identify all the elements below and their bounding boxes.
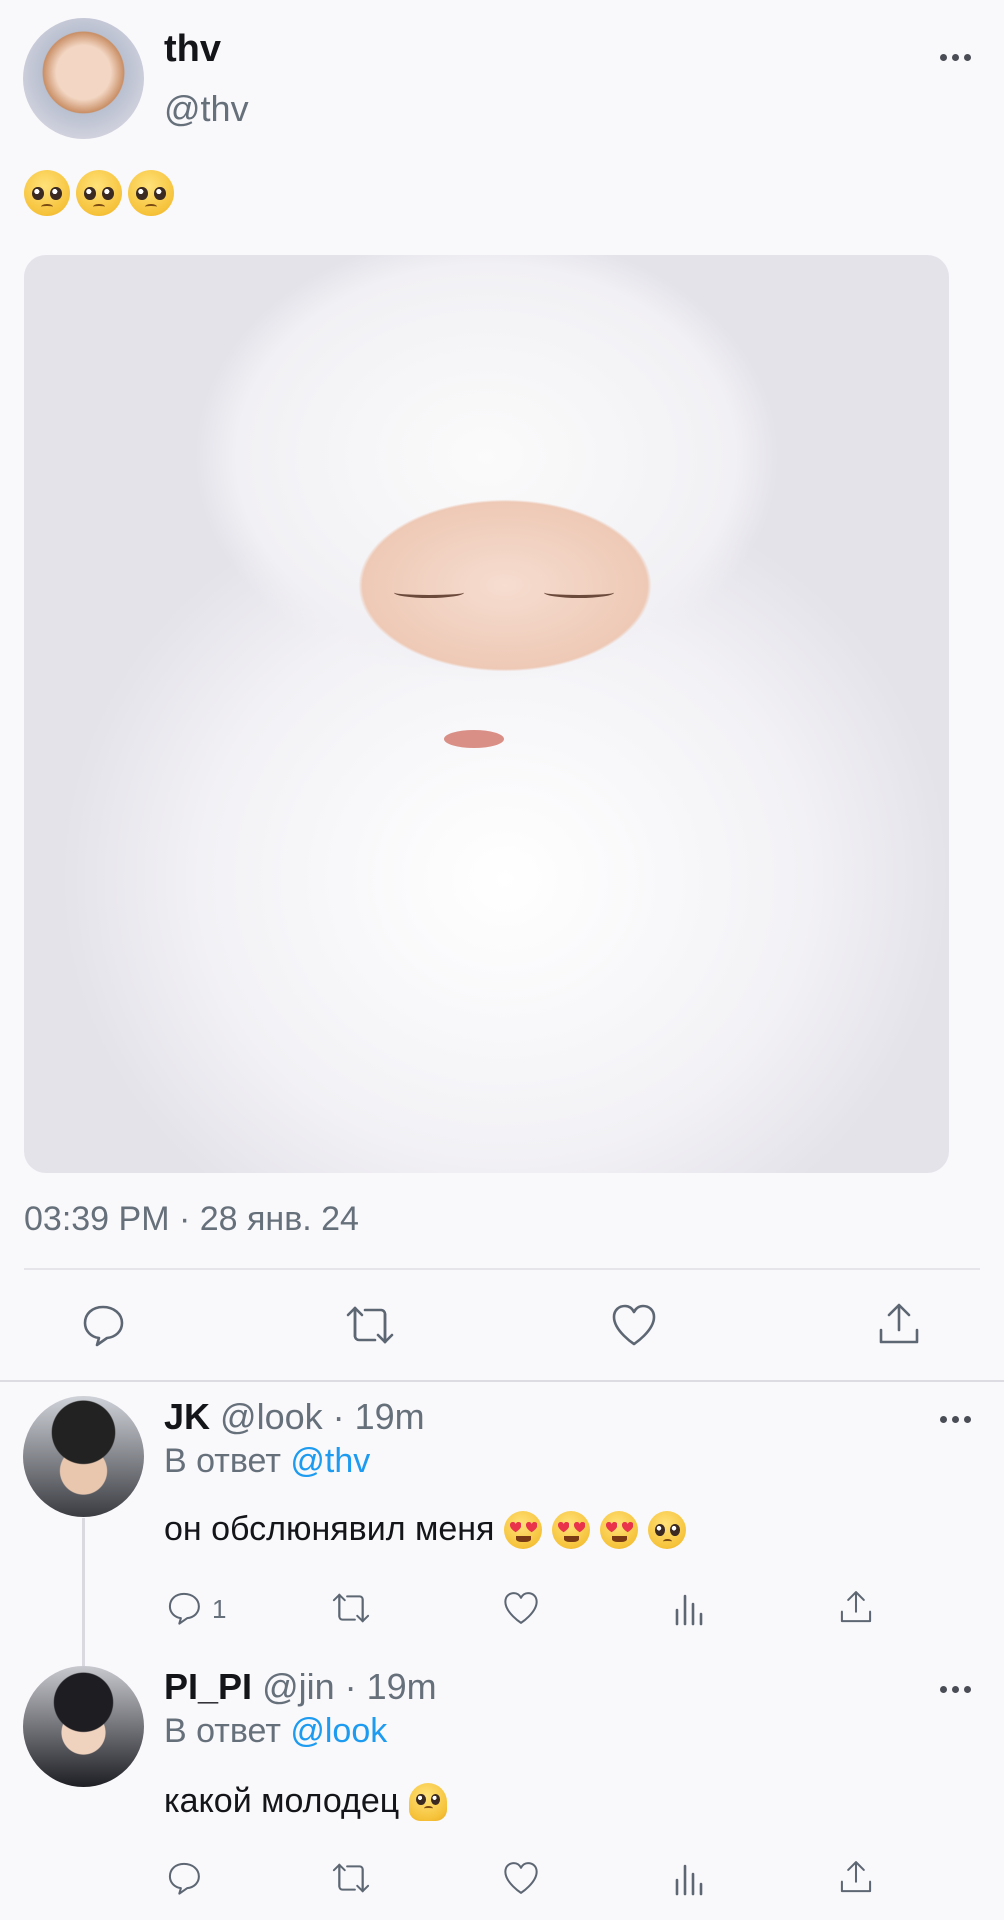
reply-prefix: В ответ bbox=[164, 1442, 281, 1480]
reply-icon[interactable] bbox=[166, 1860, 202, 1896]
analytics-icon[interactable] bbox=[672, 1590, 706, 1626]
tweet-timestamp: 03:39 PM · 28 янв. 24 bbox=[24, 1200, 359, 1238]
reply-handle-time[interactable]: @look · 19m bbox=[220, 1396, 425, 1437]
pleading-face-emoji bbox=[128, 170, 174, 216]
heart-eyes-emoji bbox=[504, 1510, 543, 1549]
reply-to-link[interactable]: @thv bbox=[290, 1442, 370, 1480]
retweet-icon[interactable] bbox=[330, 1860, 372, 1896]
share-icon[interactable] bbox=[838, 1858, 874, 1896]
reply-avatar[interactable] bbox=[23, 1666, 144, 1787]
tweet-text bbox=[24, 170, 174, 216]
more-options-icon[interactable] bbox=[940, 54, 971, 61]
heart-eyes-emoji bbox=[552, 1510, 591, 1549]
reply-header: PI_PI @jin · 19m bbox=[164, 1666, 437, 1708]
reply-text: какой молодец bbox=[164, 1782, 400, 1820]
author-avatar[interactable] bbox=[23, 18, 144, 139]
more-options-icon[interactable] bbox=[940, 1686, 971, 1693]
reply-icon[interactable] bbox=[80, 1302, 126, 1348]
reply-context: В ответ @thv bbox=[164, 1442, 370, 1481]
tweet-photo[interactable] bbox=[24, 255, 949, 1173]
reply-text: он обслюнявил меня bbox=[164, 1510, 495, 1548]
reply-display-name[interactable]: PI_PI bbox=[164, 1666, 252, 1707]
reply-header: JK @look · 19m bbox=[164, 1396, 425, 1438]
more-options-icon[interactable] bbox=[940, 1416, 971, 1423]
retweet-icon[interactable] bbox=[330, 1590, 372, 1626]
reply-to-link[interactable]: @look bbox=[290, 1712, 387, 1750]
like-icon[interactable] bbox=[502, 1590, 540, 1626]
pleading-face-emoji bbox=[76, 170, 122, 216]
share-icon[interactable] bbox=[838, 1588, 874, 1626]
photo-detail bbox=[394, 587, 464, 598]
pleading-face-emoji bbox=[648, 1510, 687, 1549]
author-display-name[interactable]: thv bbox=[164, 28, 221, 71]
like-icon[interactable] bbox=[502, 1860, 540, 1896]
reply-avatar[interactable] bbox=[23, 1396, 144, 1517]
author-handle[interactable]: @thv bbox=[164, 88, 249, 130]
reply-text-row: он обслюнявил меня bbox=[164, 1510, 687, 1549]
analytics-icon[interactable] bbox=[672, 1860, 706, 1896]
pleading-face-emoji bbox=[24, 170, 70, 216]
reply-icon[interactable] bbox=[166, 1590, 202, 1626]
divider bbox=[0, 1380, 1004, 1382]
reply-count: 1 bbox=[212, 1594, 227, 1624]
like-icon[interactable] bbox=[610, 1302, 658, 1348]
thread-line bbox=[82, 1518, 85, 1666]
heart-eyes-emoji bbox=[600, 1510, 639, 1549]
reply-handle-time[interactable]: @jin · 19m bbox=[262, 1666, 437, 1707]
divider bbox=[24, 1268, 980, 1270]
reply-prefix: В ответ bbox=[164, 1712, 281, 1750]
reply-context: В ответ @look bbox=[164, 1712, 387, 1751]
retweet-icon[interactable] bbox=[343, 1302, 397, 1348]
photo-detail bbox=[544, 587, 614, 598]
reply-display-name[interactable]: JK bbox=[164, 1396, 210, 1437]
reply-text-row: какой молодец bbox=[164, 1782, 448, 1821]
share-icon[interactable] bbox=[876, 1300, 922, 1348]
melting-face-emoji bbox=[409, 1782, 448, 1821]
photo-detail bbox=[444, 730, 504, 748]
